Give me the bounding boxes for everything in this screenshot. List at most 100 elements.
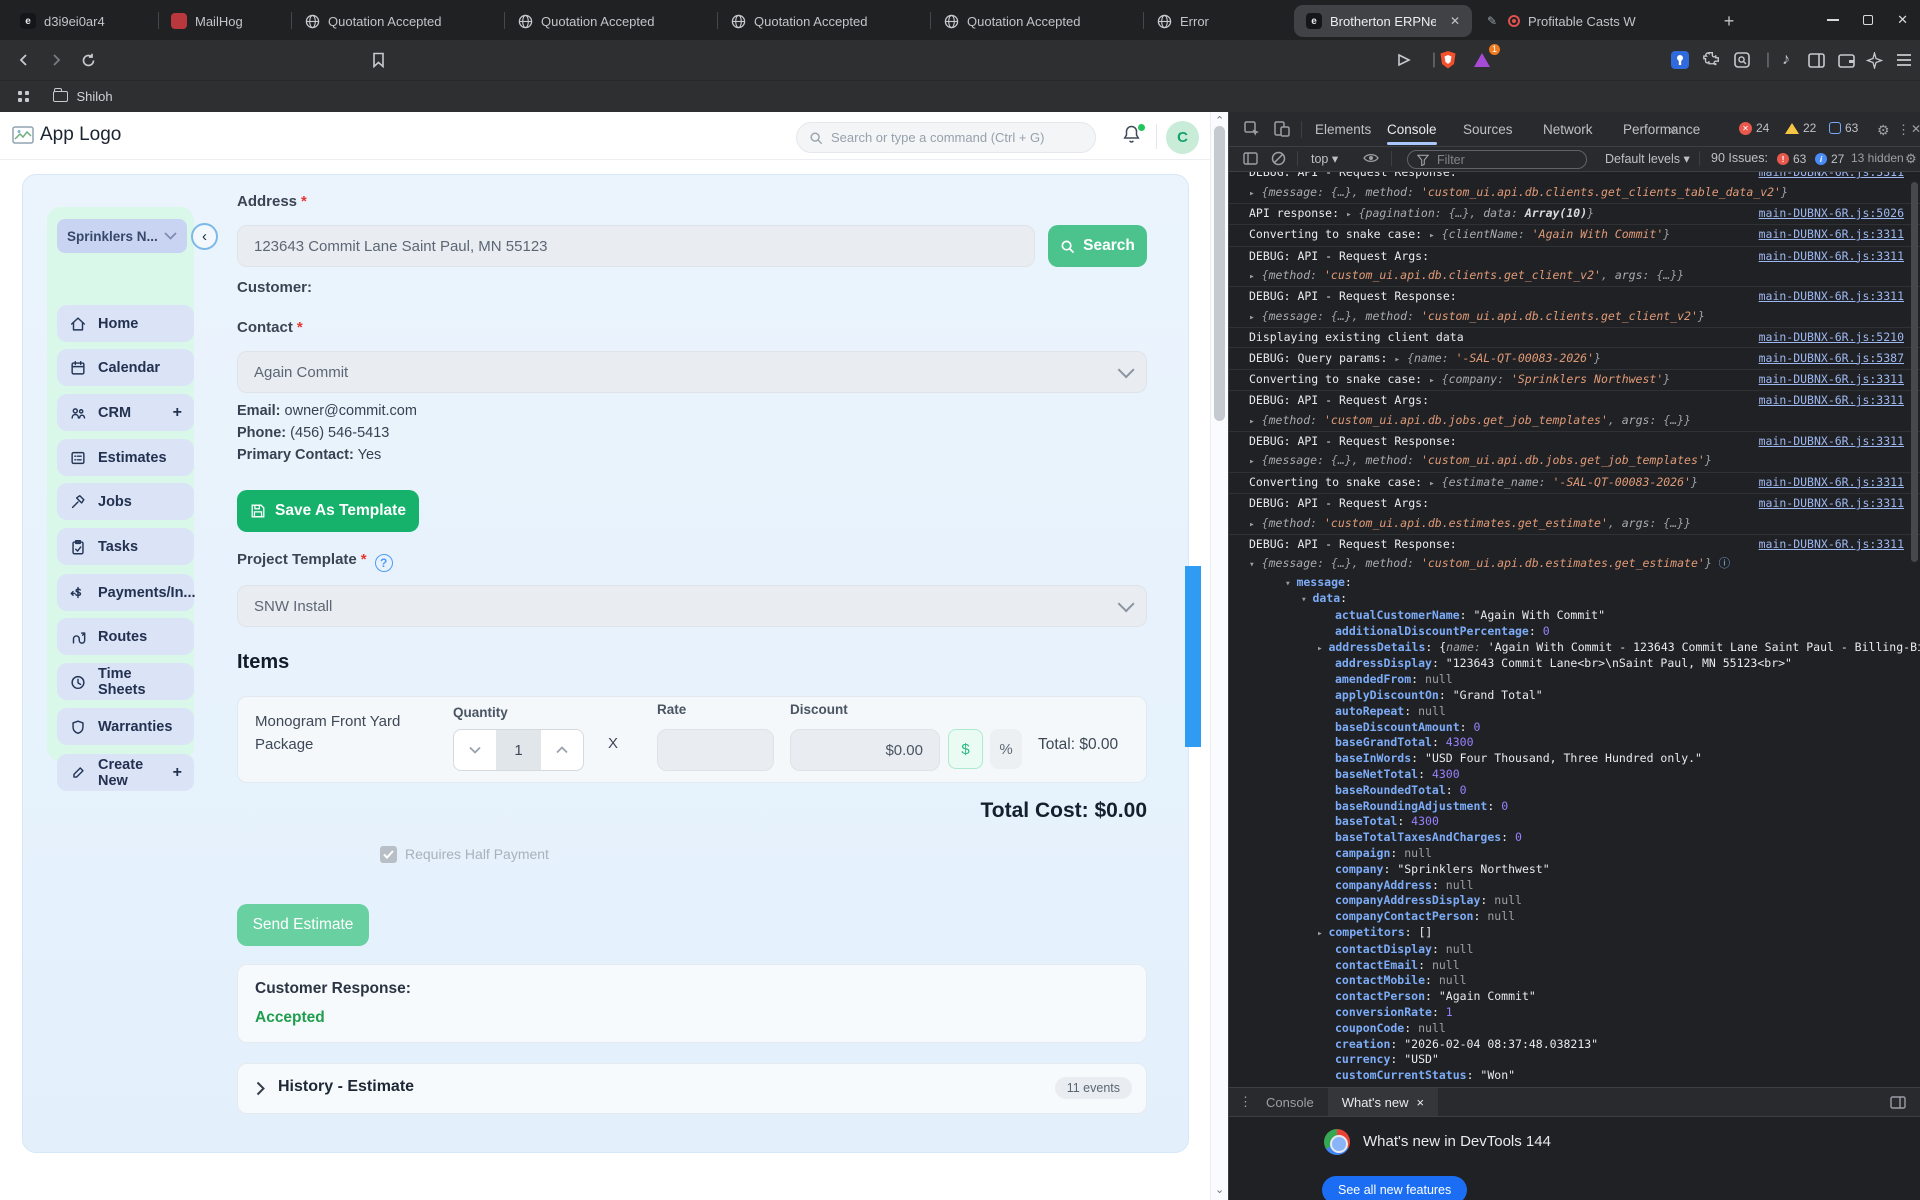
apps-grid-icon[interactable]: [18, 91, 29, 102]
sidebar-item-create-new[interactable]: Create New +: [57, 754, 194, 791]
scroll-down-icon[interactable]: ⌄: [1215, 1183, 1224, 1196]
sidebar-item-crm[interactable]: CRM +: [57, 394, 194, 431]
share-icon[interactable]: [1392, 48, 1416, 72]
scroll-up-icon[interactable]: ⌃: [1215, 114, 1224, 127]
avatar[interactable]: C: [1166, 121, 1199, 154]
expand-caret-icon[interactable]: ▾: [1301, 594, 1312, 605]
command-search-input[interactable]: Search or type a command (Ctrl + G): [796, 122, 1096, 153]
info-count-badge[interactable]: 63: [1829, 121, 1858, 135]
card-scrollbar-thumb[interactable]: [1185, 566, 1201, 747]
console-tree-line[interactable]: ▸ competitors: []: [1229, 925, 1920, 942]
info-icon[interactable]: ⓘ: [1712, 556, 1731, 570]
source-link[interactable]: main-DUBNX-6R.js:3311: [1750, 434, 1904, 450]
browser-tab[interactable]: MailHog: [159, 5, 291, 37]
device-toolbar-icon[interactable]: [1273, 120, 1291, 138]
kebab-menu-icon[interactable]: ⋮: [1897, 122, 1910, 138]
devtools-tab-network[interactable]: Network: [1543, 112, 1593, 146]
console-message[interactable]: Converting to snake case: ▸ {estimate_na…: [1229, 473, 1920, 494]
drawer-expand-icon[interactable]: [1890, 1095, 1906, 1109]
save-as-template-button[interactable]: Save As Template: [237, 490, 419, 532]
more-tabs-icon[interactable]: »: [1669, 122, 1676, 137]
source-link[interactable]: main-DUBNX-6R.js:3311: [1750, 393, 1904, 409]
devtools-scrollbar-thumb[interactable]: [1911, 182, 1918, 562]
quantity-value[interactable]: 1: [496, 730, 541, 770]
sidebar-item-jobs[interactable]: Jobs: [57, 483, 194, 520]
address-input[interactable]: 123643 Commit Lane Saint Paul, MN 55123: [237, 225, 1035, 267]
company-selector[interactable]: Sprinklers N...: [57, 219, 187, 253]
stepper-down-icon[interactable]: [454, 730, 496, 770]
issues-label[interactable]: 90 Issues:: [1711, 151, 1768, 165]
inspect-icon[interactable]: [1243, 120, 1261, 138]
console-message[interactable]: ▸ {message: {…}, method: 'custom_ui.api.…: [1229, 451, 1920, 473]
sidebar-item-payments-in[interactable]: Payments/In...: [57, 574, 196, 611]
help-icon[interactable]: ?: [374, 554, 393, 572]
sidebar-item-routes[interactable]: Routes: [57, 618, 194, 655]
console-message[interactable]: ▸ {message: {…}, method: 'custom_ui.api.…: [1229, 307, 1920, 328]
page-scrollbar-thumb[interactable]: [1214, 126, 1225, 421]
brave-rewards-icon[interactable]: 1: [1470, 44, 1500, 72]
context-selector[interactable]: top ▾: [1311, 151, 1338, 167]
devtools-tab-sources[interactable]: Sources: [1463, 112, 1513, 146]
discount-dollar-toggle[interactable]: $: [948, 729, 983, 769]
sidebar-collapse-button[interactable]: ‹: [191, 223, 218, 250]
source-link[interactable]: main-DUBNX-6R.js:3311: [1750, 172, 1904, 181]
expand-caret-icon[interactable]: ▸: [1317, 643, 1328, 654]
source-link[interactable]: main-DUBNX-6R.js:3311: [1750, 289, 1904, 305]
settings-gear-icon[interactable]: ⚙: [1877, 122, 1890, 139]
stepper-up-icon[interactable]: [541, 730, 583, 770]
plus-icon[interactable]: +: [173, 404, 182, 422]
see-all-features-button[interactable]: See all new features: [1322, 1176, 1468, 1200]
browser-tab[interactable]: Quotation Accepted: [718, 5, 930, 37]
console-sidebar-icon[interactable]: [1243, 152, 1258, 165]
plus-icon[interactable]: +: [173, 764, 182, 782]
console-tree-line[interactable]: ▸ addressDetails: {name: 'Again With Com…: [1229, 640, 1920, 657]
leo-ai-icon[interactable]: [1862, 48, 1886, 72]
close-tab-icon[interactable]: ✕: [1450, 14, 1460, 28]
clear-console-icon[interactable]: [1271, 151, 1286, 166]
wallet-icon[interactable]: [1834, 48, 1858, 72]
console-message[interactable]: Converting to snake case: ▸ {company: 'S…: [1229, 370, 1920, 392]
send-estimate-button[interactable]: Send Estimate: [237, 904, 369, 946]
source-link[interactable]: main-DUBNX-6R.js:3311: [1750, 474, 1904, 490]
console-message[interactable]: API response: ▸ {pagination: {…}, data: …: [1229, 204, 1920, 226]
sidebar-panel-icon[interactable]: [1804, 48, 1828, 72]
browser-tab[interactable]: Quotation Accepted: [292, 5, 504, 37]
source-link[interactable]: main-DUBNX-6R.js:5026: [1750, 205, 1904, 221]
brave-shield-icon[interactable]: [1436, 48, 1460, 72]
devtools-tab-console[interactable]: Console: [1387, 112, 1437, 146]
source-link[interactable]: main-DUBNX-6R.js:3311: [1750, 536, 1904, 552]
bookmark-folder-label[interactable]: Shiloh: [77, 89, 113, 104]
close-tab-icon[interactable]: ×: [1417, 1095, 1425, 1110]
history-section[interactable]: History - Estimate 11 events: [237, 1063, 1147, 1114]
extensions-puzzle-icon[interactable]: [1700, 48, 1724, 72]
browser-tab[interactable]: Quotation Accepted: [505, 5, 717, 37]
menu-icon[interactable]: [1892, 48, 1916, 72]
project-template-select[interactable]: SNW Install: [237, 585, 1147, 627]
search-box-icon[interactable]: [1730, 48, 1754, 72]
address-search-button[interactable]: Search: [1048, 225, 1147, 267]
sidebar-item-estimates[interactable]: Estimates: [57, 439, 194, 476]
sidebar-item-calendar[interactable]: Calendar: [57, 349, 194, 386]
reload-icon[interactable]: [76, 48, 100, 72]
media-icon[interactable]: ♪: [1774, 48, 1798, 72]
contact-select[interactable]: Again Commit: [237, 351, 1147, 393]
log-levels-selector[interactable]: Default levels ▾: [1605, 151, 1690, 167]
devtools-tab-performance[interactable]: Performance: [1623, 112, 1700, 146]
rate-input[interactable]: [657, 729, 774, 771]
console-message[interactable]: ▸ {method: 'custom_ui.api.db.estimates.g…: [1229, 513, 1920, 535]
browser-tab[interactable]: Quotation Accepted: [931, 5, 1143, 37]
back-icon[interactable]: [12, 48, 36, 72]
expand-caret-icon[interactable]: ▾: [1285, 578, 1296, 589]
console-message[interactable]: ▾ {message: {…}, method: 'custom_ui.api.…: [1229, 554, 1920, 574]
forward-icon[interactable]: [44, 48, 68, 72]
close-window-icon[interactable]: ✕: [1897, 12, 1908, 28]
app-logo[interactable]: App Logo: [12, 124, 121, 146]
browser-tab[interactable]: Error: [1144, 5, 1294, 37]
console-message[interactable]: Converting to snake case: ▸ {clientName:…: [1229, 225, 1920, 247]
console-filter-input[interactable]: Filter: [1407, 150, 1587, 169]
drawer-kebab-icon[interactable]: ⋮: [1239, 1094, 1252, 1110]
source-link[interactable]: main-DUBNX-6R.js:3311: [1750, 248, 1904, 264]
source-link[interactable]: main-DUBNX-6R.js:3311: [1750, 227, 1904, 243]
expand-caret-icon[interactable]: ▸: [1317, 928, 1328, 939]
source-link[interactable]: main-DUBNX-6R.js:5210: [1750, 330, 1904, 346]
